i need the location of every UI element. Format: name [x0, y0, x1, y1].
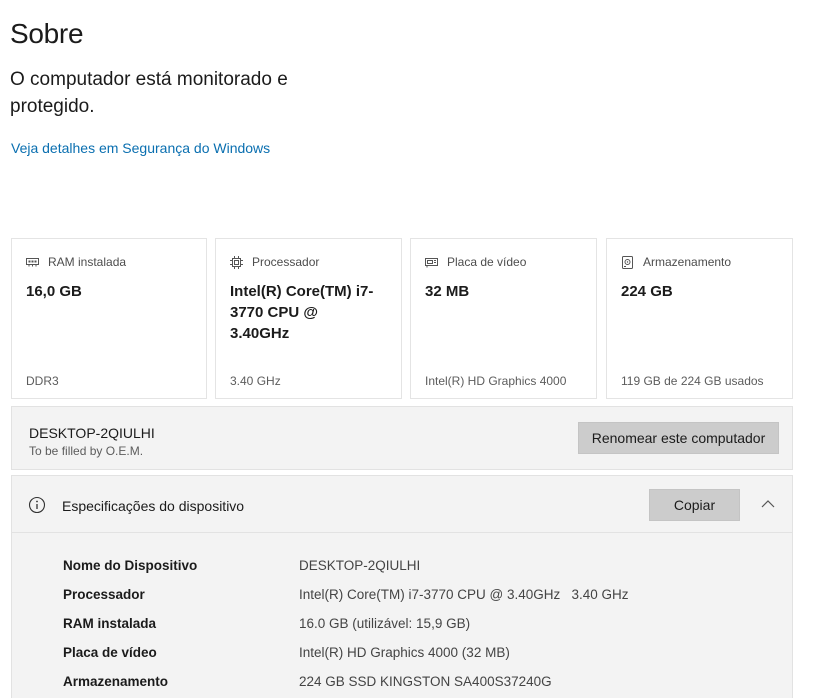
spec-value: Intel(R) Core(TM) i7-3770 CPU @ 3.40GHz …: [299, 587, 629, 602]
graphics-card-icon: [425, 256, 438, 269]
card-value: 32 MB: [425, 283, 470, 300]
spec-label: Processador: [63, 587, 145, 602]
page-title: Sobre: [10, 18, 84, 49]
info-icon: [28, 496, 46, 514]
spec-label: Placa de vídeo: [63, 645, 157, 660]
card-label: Armazenamento: [643, 255, 732, 269]
protection-status-text: O computador está monitorado e protegido…: [10, 69, 288, 117]
copy-button[interactable]: Copiar: [649, 489, 740, 521]
spec-label: RAM instalada: [63, 616, 157, 631]
card-footer: Intel(R) HD Graphics 4000: [425, 374, 567, 388]
card-value: 16,0 GB: [26, 283, 82, 300]
card-processor: Processador Intel(R) Core(TM) i7-3770 CP…: [215, 238, 402, 399]
device-specifications-panel: Especificações do dispositivo Copiar Nom…: [11, 475, 793, 698]
spec-value: 16.0 GB (utilizável: 15,9 GB): [299, 616, 471, 631]
spec-label: Armazenamento: [63, 674, 169, 689]
spec-value: DESKTOP-2QIULHI: [299, 558, 421, 573]
ram-icon: [26, 256, 39, 269]
spec-value: Intel(R) HD Graphics 4000 (32 MB): [299, 645, 510, 660]
hardware-summary-cards: RAM instalada 16,0 GB DDR3 Processador I…: [11, 238, 793, 399]
card-header: Processador: [230, 255, 319, 269]
spec-value: 224 GB SSD KINGSTON SA400S37240G: [299, 674, 552, 689]
card-header: Placa de vídeo: [425, 255, 526, 269]
spec-row-storage: Armazenamento 224 GB SSD KINGSTON SA400S…: [12, 668, 792, 697]
spec-row-device-name: Nome do Dispositivo DESKTOP-2QIULHI: [12, 552, 792, 581]
card-header: RAM instalada: [26, 255, 126, 269]
card-storage: Armazenamento 224 GB 119 GB de 224 GB us…: [606, 238, 793, 399]
card-footer: DDR3: [26, 374, 59, 388]
card-header: Armazenamento: [621, 255, 731, 269]
card-value: 224 GB: [621, 283, 673, 300]
spec-row-processor: Processador Intel(R) Core(TM) i7-3770 CP…: [12, 581, 792, 610]
rename-computer-button[interactable]: Renomear este computador: [578, 422, 779, 454]
device-name-bar: DESKTOP-2QIULHI To be filled by O.E.M. R…: [11, 406, 793, 470]
card-footer: 119 GB de 224 GB usados: [621, 374, 764, 388]
storage-icon: [621, 255, 634, 269]
specs-title: Especificações do dispositivo: [62, 498, 245, 514]
card-label: RAM instalada: [48, 255, 127, 269]
spec-label: Nome do Dispositivo: [63, 558, 198, 573]
device-name: DESKTOP-2QIULHI: [29, 425, 155, 441]
card-label: Placa de vídeo: [447, 255, 527, 269]
card-footer: 3.40 GHz: [230, 374, 281, 388]
card-value: Intel(R) Core(TM) i7-3770 CPU @ 3.40GHz: [230, 283, 374, 342]
card-label: Processador: [252, 255, 320, 269]
specs-header[interactable]: Especificações do dispositivo Copiar: [12, 476, 792, 533]
spec-row-graphics: Placa de vídeo Intel(R) HD Graphics 4000…: [12, 639, 792, 668]
chevron-up-icon[interactable]: [758, 494, 778, 514]
card-ram: RAM instalada 16,0 GB DDR3: [11, 238, 207, 399]
device-manufacturer: To be filled by O.E.M.: [29, 444, 144, 458]
card-graphics: Placa de vídeo 32 MB Intel(R) HD Graphic…: [410, 238, 597, 399]
processor-icon: [230, 255, 243, 269]
spec-row-ram: RAM instalada 16.0 GB (utilizável: 15,9 …: [12, 610, 792, 639]
windows-security-link[interactable]: Veja detalhes em Segurança do Windows: [11, 140, 270, 156]
